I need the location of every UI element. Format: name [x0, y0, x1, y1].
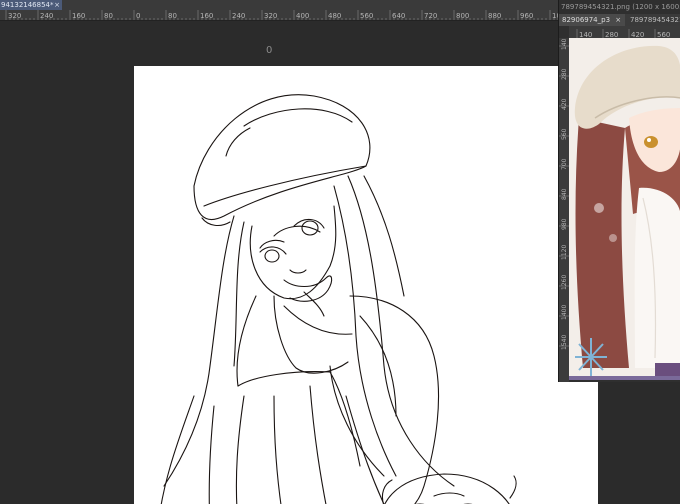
line-art-sketch — [160, 94, 517, 504]
ruler-label: 320 — [264, 12, 277, 20]
document-tab-title: 94132146854* — [1, 1, 54, 9]
reference-tab-bar: 82906974_p3 × 789789454321 — [559, 14, 680, 26]
ruler-label: 80 — [168, 12, 177, 20]
close-icon[interactable]: × — [615, 16, 621, 24]
ruler-label: 1120 — [561, 245, 568, 260]
ruler-ticks: 320 240 160 80 0 80 160 240 320 400 480 560 640 720 80… — [5, 10, 560, 20]
ruler-label: 280 — [605, 31, 618, 38]
horizontal-ruler[interactable]: 320 240 160 80 0 80 160 240 320 400 480 560 640 720 80… — [0, 10, 560, 21]
ruler-label: 80 — [104, 12, 113, 20]
reference-window-footer — [569, 376, 680, 380]
reference-window-title: 789789454321.png (1200 x 1600... — [561, 3, 680, 11]
ruler-label: 420 — [561, 98, 568, 110]
ruler-label: 240 — [40, 12, 53, 20]
ruler-ticks: 140 280 420 560 — [576, 29, 670, 38]
ruler-label: 980 — [561, 218, 568, 230]
ruler-label: 240 — [232, 12, 245, 20]
reference-painting — [569, 38, 680, 378]
reference-tab-2[interactable]: 789789454321 — [627, 14, 680, 26]
reference-vertical-ruler: 140 280 420 560 700 840 980 1120 1260 1400 1540 — [559, 38, 569, 382]
ruler-label: 1540 — [561, 335, 568, 350]
ruler-label: 560 — [360, 12, 373, 20]
snowflake-icon — [575, 338, 607, 376]
canvas-center-marker: 0 — [266, 45, 273, 56]
ruler-label: 560 — [657, 31, 670, 38]
ruler-label: 700 — [561, 158, 568, 170]
ruler-label: 0 — [136, 12, 140, 20]
reference-image[interactable] — [569, 38, 680, 378]
ruler-label: 320 — [8, 12, 21, 20]
ruler-label: 800 — [456, 12, 469, 20]
ruler-label: 160 — [72, 12, 85, 20]
ruler-label: 160 — [200, 12, 213, 20]
document-tab-bar: 94132146854* × — [0, 0, 560, 10]
drawing-canvas[interactable] — [134, 66, 598, 504]
ruler-label: 880 — [488, 12, 501, 20]
canvas-workspace[interactable]: 0 — [0, 21, 598, 504]
ruler-label: 1400 — [561, 305, 568, 320]
reference-window[interactable]: 789789454321.png (1200 x 1600... 8290697… — [558, 0, 680, 382]
ruler-label: 840 — [561, 188, 568, 200]
ruler-label: 480 — [328, 12, 341, 20]
close-icon[interactable]: × — [54, 0, 60, 10]
ruler-label: 140 — [561, 38, 568, 50]
ruler-label: 140 — [579, 31, 592, 38]
ruler-label: 1260 — [561, 275, 568, 290]
ruler-label: 560 — [561, 128, 568, 140]
reference-tab-1-label: 82906974_p3 — [562, 16, 611, 24]
ruler-label: 280 — [561, 68, 568, 80]
ruler-ticks: 140 280 420 560 700 840 980 1120 1260 1400 1540 — [559, 38, 569, 350]
reference-tab-2-label: 789789454321 — [630, 16, 680, 24]
ruler-label: 420 — [631, 31, 644, 38]
ruler-label: 960 — [520, 12, 533, 20]
reference-tab-1[interactable]: 82906974_p3 × — [559, 14, 625, 26]
reference-horizontal-ruler: 140 280 420 560 — [569, 26, 680, 38]
ruler-label: 720 — [424, 12, 437, 20]
ruler-label: 640 — [392, 12, 405, 20]
ruler-label: 400 — [296, 12, 309, 20]
document-tab[interactable]: 94132146854* × — [0, 0, 62, 10]
